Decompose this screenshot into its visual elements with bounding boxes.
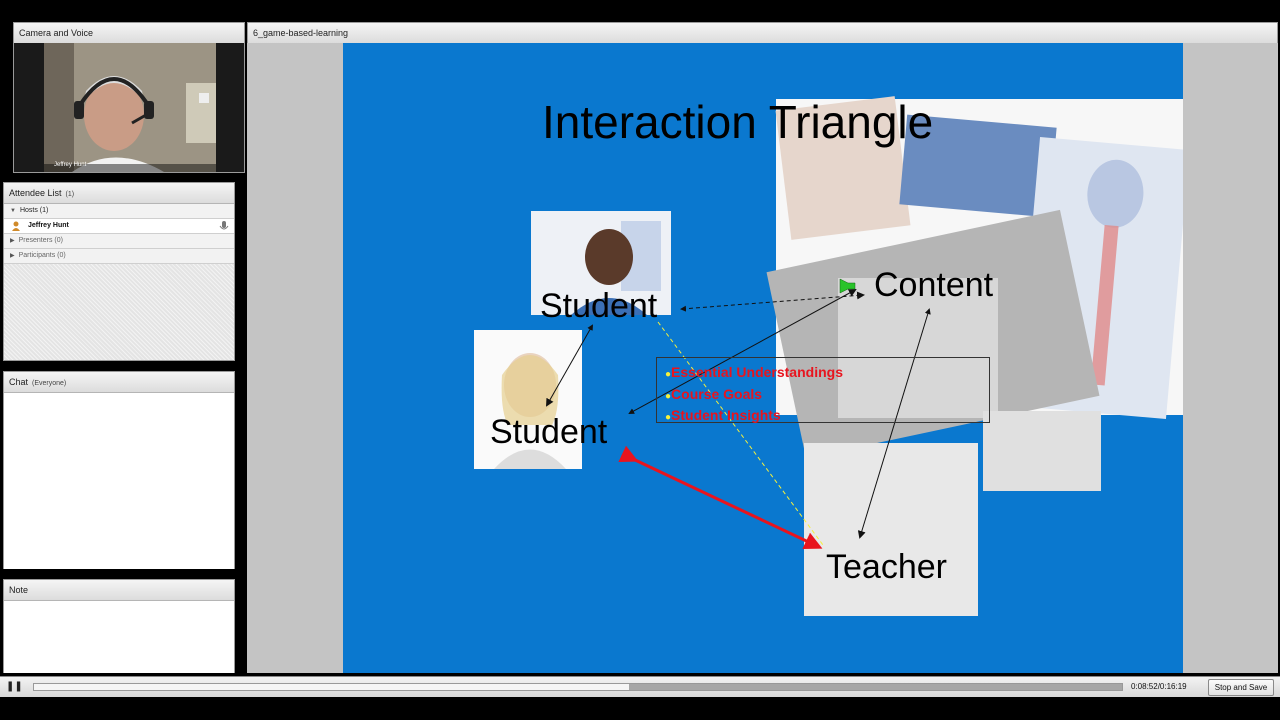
bullet-item: ●Student Insights (665, 407, 781, 423)
bullet-box: ●Essential Understandings ●Course Goals … (656, 357, 990, 423)
camera-video: Jeffrey Hunt (14, 43, 244, 172)
chevron-right-icon: ▶ (10, 238, 15, 244)
playback-scrubber[interactable] (33, 683, 1123, 691)
participants-group[interactable]: ▶ Participants (0) (4, 249, 234, 264)
attendee-pod: Attendee List (1) ▼ Hosts (1) Jeffrey Hunt… (3, 182, 235, 361)
chat-messages-area[interactable] (4, 393, 234, 569)
camera-pod: Camera and Voice Jeffrey Hunt (13, 22, 245, 173)
presenters-label: Presenters (0) (18, 237, 63, 244)
chevron-right-icon: ▶ (10, 253, 15, 259)
note-pod-title: Note (4, 580, 234, 601)
presenter-video-icon (44, 43, 216, 172)
attendee-title-text: Attendee List (9, 188, 62, 198)
pause-icon: ❚❚ (6, 681, 23, 692)
bullet-item: ●Course Goals (665, 385, 763, 402)
stop-and-save-button[interactable]: Stop and Save (1208, 679, 1274, 696)
hosts-group[interactable]: ▼ Hosts (1) (4, 204, 234, 219)
share-pod-title: 6_game-based-learning (248, 23, 1277, 44)
label-student-left: Student (490, 413, 608, 451)
bullet-item: ●Essential Understandings (665, 364, 843, 380)
note-pod: Note (3, 579, 235, 673)
attendee-row-host[interactable]: Jeffrey Hunt (4, 219, 234, 234)
label-student-top: Student (540, 287, 658, 325)
playback-time: 0:08:52/0:16:19 (1131, 682, 1187, 691)
note-text-area[interactable] (4, 601, 234, 673)
chat-pod-title: Chat (Everyone) (4, 372, 234, 393)
chat-title-text: Chat (9, 377, 29, 387)
share-pod: 6_game-based-learning (247, 22, 1278, 44)
camera-pod-title: Camera and Voice (14, 23, 244, 44)
presenters-group[interactable]: ▶ Presenters (0) (4, 234, 234, 249)
presenter-name-caption: Jeffrey Hunt (54, 162, 87, 168)
attendee-pod-title: Attendee List (1) (4, 183, 234, 204)
host-name: Jeffrey Hunt (28, 222, 69, 229)
playback-progress-fill (629, 684, 1122, 690)
attendee-empty-area (4, 264, 234, 360)
slide: Interaction Triangle Student Content Stu… (343, 43, 1183, 673)
label-content: Content (874, 266, 994, 304)
participants-label: Participants (0) (18, 252, 66, 259)
chat-pod: Chat (Everyone) (3, 371, 235, 569)
playback-bar: ❚❚ 0:08:52/0:16:19 Stop and Save (0, 676, 1280, 697)
hosts-label: Hosts (1) (19, 207, 49, 214)
chat-scope: (Everyone) (32, 380, 67, 387)
chevron-down-icon: ▼ (10, 208, 16, 214)
pause-button[interactable]: ❚❚ (6, 680, 23, 694)
microphone-icon (219, 221, 229, 231)
attendee-count: (1) (65, 191, 75, 198)
host-role-icon (12, 221, 20, 231)
label-teacher: Teacher (826, 548, 947, 586)
slide-title: Interaction Triangle (542, 96, 934, 148)
